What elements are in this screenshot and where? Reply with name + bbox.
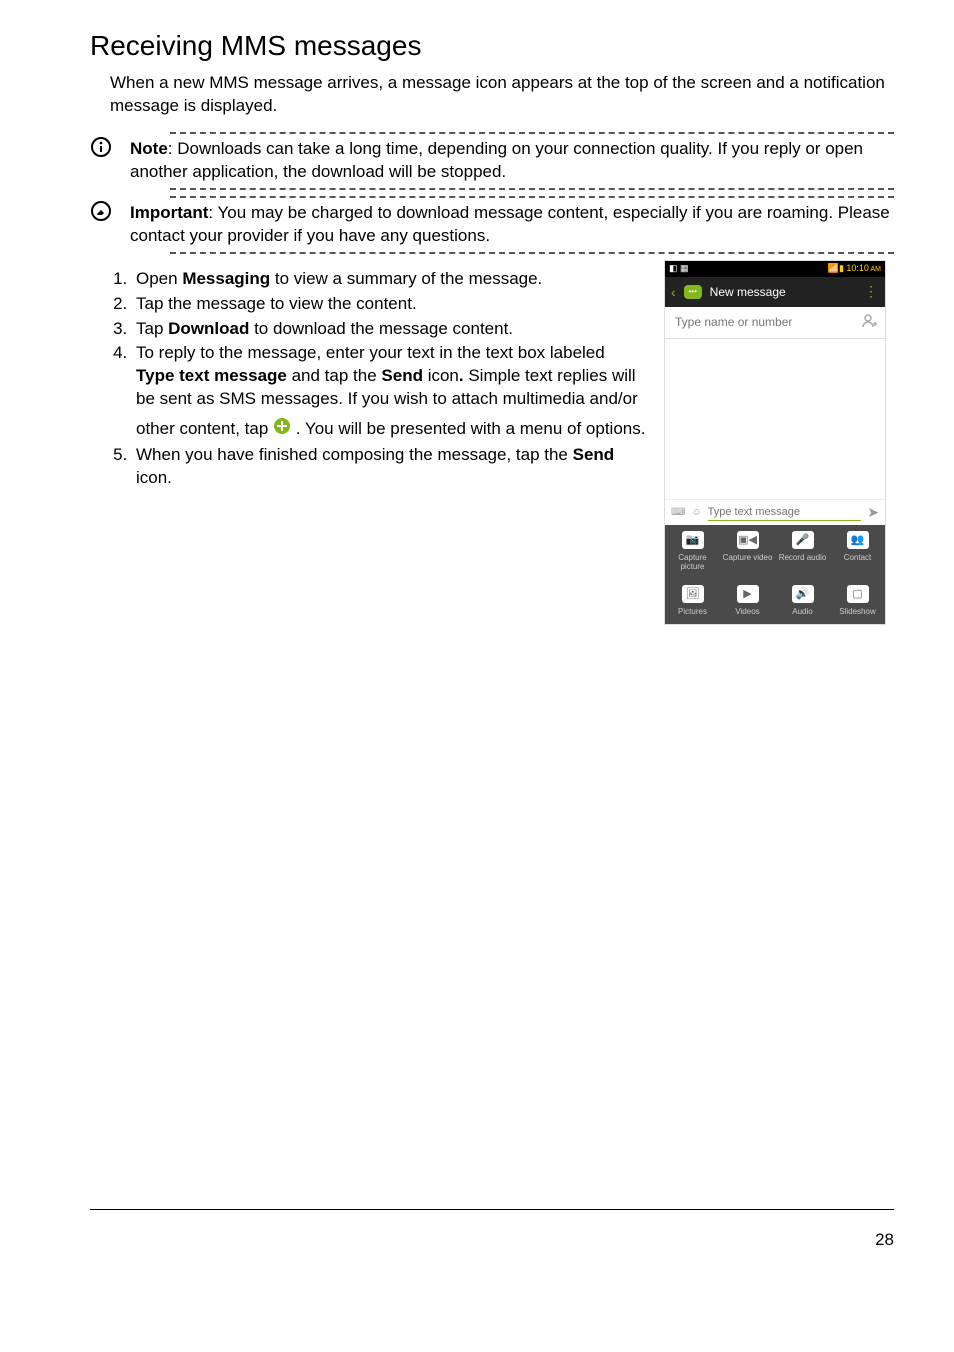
attach-audio[interactable]: 🔊 Audio xyxy=(775,579,830,624)
attach-pictures[interactable]: 🖼 Pictures xyxy=(665,579,720,624)
intro-text: When a new MMS message arrives, a messag… xyxy=(110,72,894,118)
pin-icon xyxy=(90,200,112,227)
message-body-area xyxy=(665,339,885,499)
attach-videos[interactable]: ▶ Videos xyxy=(720,579,775,624)
statusbar-time: 10:10 xyxy=(846,263,869,273)
send-icon[interactable]: ➤ xyxy=(867,504,879,521)
t: Messaging xyxy=(182,269,270,288)
t: Open xyxy=(136,269,182,288)
label: Capture picture xyxy=(678,553,706,571)
t: other content, tap xyxy=(136,419,273,438)
step-2: Tap the message to view the content. xyxy=(132,293,646,316)
t: Tap xyxy=(136,319,168,338)
step-5: When you have finished composing the mes… xyxy=(132,444,646,490)
attach-capture-picture[interactable]: 📷 Capture picture xyxy=(665,525,720,579)
important-body: : You may be charged to download message… xyxy=(130,203,890,245)
camera-icon: 📷 xyxy=(682,531,704,549)
t: Send xyxy=(381,366,423,385)
add-contact-icon[interactable] xyxy=(861,313,877,332)
label: Capture video xyxy=(723,553,773,562)
t: When you have finished composing the mes… xyxy=(136,445,573,464)
microphone-icon: 🎤 xyxy=(792,531,814,549)
t: to view a summary of the message. xyxy=(270,269,542,288)
attach-contact[interactable]: 👥 Contact xyxy=(830,525,885,579)
screen-title: New message xyxy=(710,285,786,299)
t: . You will be presented with a menu of o… xyxy=(296,419,646,438)
label: Slideshow xyxy=(839,607,875,616)
label: Contact xyxy=(844,553,872,562)
t: to download the message content. xyxy=(249,319,513,338)
t: Type text message xyxy=(136,366,287,385)
t: Send xyxy=(573,445,615,464)
footer-divider xyxy=(90,1209,894,1210)
emoji-icon[interactable]: ☺ xyxy=(691,507,701,518)
step-4: To reply to the message, enter your text… xyxy=(132,342,646,442)
dashed-divider xyxy=(170,252,894,254)
attach-capture-video[interactable]: ▣◀ Capture video xyxy=(720,525,775,579)
step-4-continued: other content, tap . You will be present… xyxy=(136,417,646,442)
messaging-app-icon: ••• xyxy=(684,285,702,299)
step-3: Tap Download to download the message con… xyxy=(132,318,646,341)
compose-row: ⌨ ☺ ➤ xyxy=(665,499,885,525)
t: To reply to the message, enter your text… xyxy=(136,343,605,362)
phone-statusbar: ◧ ▦ 📶▮ 10:10 AM xyxy=(665,261,885,277)
label: Audio xyxy=(792,607,812,616)
recipient-field[interactable] xyxy=(665,307,885,339)
important-text: Important: You may be charged to downloa… xyxy=(130,202,894,248)
t: Download xyxy=(168,319,249,338)
statusbar-right: 📶▮ 10:10 AM xyxy=(828,263,881,274)
label: Pictures xyxy=(678,607,707,616)
contact-icon: 👥 xyxy=(847,531,869,549)
attach-slideshow[interactable]: ▢ Slideshow xyxy=(830,579,885,624)
compose-input[interactable] xyxy=(708,504,862,521)
keyboard-icon[interactable]: ⌨ xyxy=(671,507,685,518)
t: icon xyxy=(423,366,459,385)
overflow-menu-icon[interactable]: ⋮ xyxy=(864,283,879,300)
note-text: Note: Downloads can take a long time, de… xyxy=(130,138,894,184)
important-callout: Important: You may be charged to downloa… xyxy=(90,196,894,254)
important-label: Important xyxy=(130,203,208,222)
back-icon[interactable]: ‹ xyxy=(671,284,676,300)
speaker-icon: 🔊 xyxy=(792,585,814,603)
note-label: Note xyxy=(130,139,168,158)
attach-record-audio[interactable]: 🎤 Record audio xyxy=(775,525,830,579)
video-camera-icon: ▣◀ xyxy=(737,531,759,549)
attachment-grid: 📷 Capture picture ▣◀ Capture video 🎤 Record… xyxy=(665,525,885,624)
info-icon xyxy=(90,136,112,163)
plus-icon xyxy=(273,417,291,442)
phone-screenshot: ◧ ▦ 📶▮ 10:10 AM ‹ ••• New message ⋮ xyxy=(664,260,886,625)
slideshow-icon: ▢ xyxy=(847,585,869,603)
step-1: Open Messaging to view a summary of the … xyxy=(132,268,646,291)
dashed-divider xyxy=(170,196,894,198)
statusbar-left-icons: ◧ ▦ xyxy=(669,263,689,274)
dashed-divider xyxy=(170,132,894,134)
label: Videos xyxy=(735,607,759,616)
label: Record audio xyxy=(779,553,827,562)
note-callout: Note: Downloads can take a long time, de… xyxy=(90,132,894,190)
dashed-divider xyxy=(170,188,894,190)
t: icon. xyxy=(136,468,172,487)
t: and tap the xyxy=(287,366,382,385)
page-number: 28 xyxy=(875,1230,894,1250)
recipient-input[interactable] xyxy=(673,314,861,330)
steps-list: Open Messaging to view a summary of the … xyxy=(90,268,646,490)
section-heading: Receiving MMS messages xyxy=(90,30,894,62)
phone-titlebar: ‹ ••• New message ⋮ xyxy=(665,277,885,307)
picture-icon: 🖼 xyxy=(682,585,704,603)
play-icon: ▶ xyxy=(737,585,759,603)
note-body: : Downloads can take a long time, depend… xyxy=(130,139,863,181)
